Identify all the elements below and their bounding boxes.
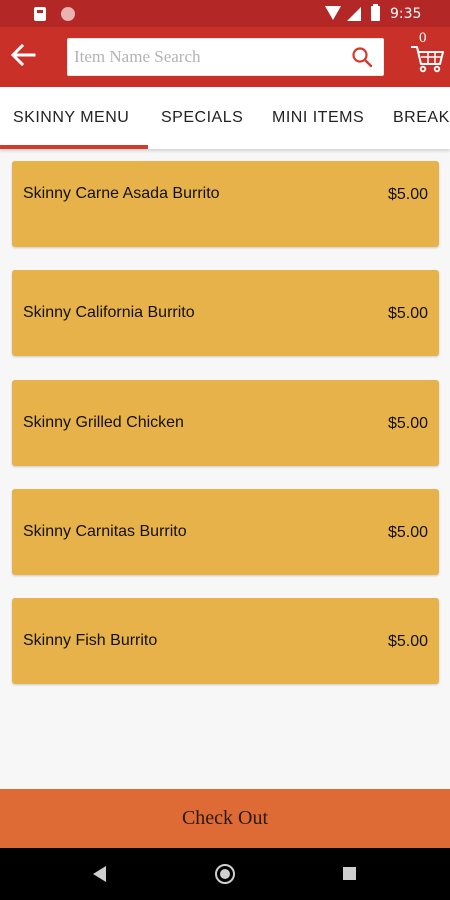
sim-card-icon: [34, 7, 46, 21]
shopping-cart-icon: [411, 46, 444, 73]
search-box: [67, 38, 384, 76]
search-input[interactable]: [74, 39, 342, 75]
menu-item-price: $5.00: [387, 524, 428, 541]
notification-dot-icon: [61, 7, 75, 21]
menu-item-price: $5.00: [387, 186, 428, 203]
menu-item-name: Skinny Carne Asada Burrito: [23, 185, 220, 202]
tab-breakfast[interactable]: BREAKFAST: [393, 87, 450, 149]
menu-item-card[interactable]: Skinny Carne Asada Burrito $5.00: [12, 161, 439, 247]
app-bar: 0: [0, 27, 450, 87]
tab-specials[interactable]: SPECIALS: [161, 87, 243, 149]
menu-item-card[interactable]: Skinny Carnitas Burrito $5.00: [12, 489, 439, 575]
category-tabs: SKINNY MENU SPECIALS MINI ITEMS BREAKFAS…: [0, 87, 450, 149]
checkout-button[interactable]: Check Out: [0, 789, 450, 848]
menu-item-card[interactable]: Skinny Grilled Chicken $5.00: [12, 380, 439, 466]
menu-item-price: $5.00: [387, 415, 428, 432]
menu-item-price: $5.00: [387, 633, 428, 650]
cell-signal-icon: [347, 7, 361, 21]
nav-back-icon[interactable]: [93, 866, 106, 882]
menu-item-card[interactable]: Skinny California Burrito $5.00: [12, 270, 439, 356]
menu-item-name: Skinny Carnitas Burrito: [23, 523, 187, 540]
menu-item-name: Skinny California Burrito: [23, 304, 195, 321]
nav-recents-icon[interactable]: [343, 867, 356, 880]
status-time: 9:35: [390, 6, 422, 22]
tab-mini-items[interactable]: MINI ITEMS: [272, 87, 364, 149]
back-arrow-icon[interactable]: [8, 39, 38, 71]
system-nav-bar: [0, 848, 450, 900]
tab-skinny-menu[interactable]: SKINNY MENU: [13, 87, 129, 149]
search-icon[interactable]: [351, 46, 373, 68]
wifi-icon: [325, 6, 341, 20]
menu-item-list: Skinny Carne Asada Burrito $5.00 Skinny …: [0, 149, 450, 789]
battery-icon: [371, 4, 380, 21]
menu-item-name: Skinny Grilled Chicken: [23, 414, 184, 431]
menu-item-card[interactable]: Skinny Fish Burrito $5.00: [12, 598, 439, 684]
cart-button[interactable]: 0: [410, 29, 446, 77]
menu-item-name: Skinny Fish Burrito: [23, 632, 158, 649]
status-bar: 9:35: [0, 0, 450, 27]
nav-home-icon[interactable]: [215, 864, 235, 884]
menu-item-price: $5.00: [387, 305, 428, 322]
